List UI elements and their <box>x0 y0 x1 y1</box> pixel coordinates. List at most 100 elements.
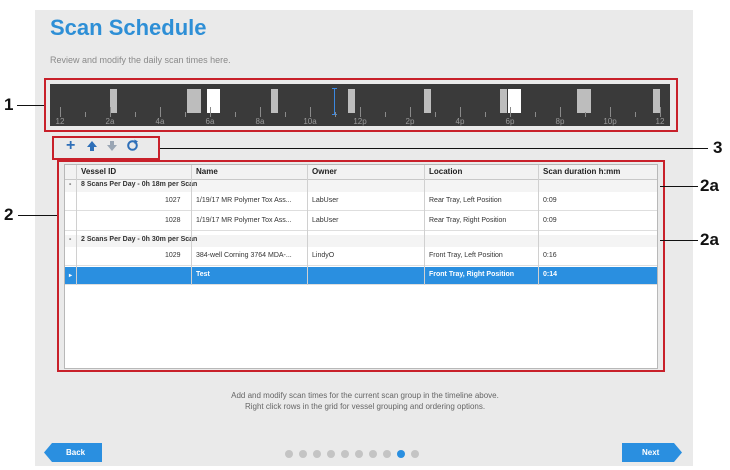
timeline-tick <box>235 112 236 117</box>
next-button[interactable]: Next <box>622 443 682 462</box>
plus-icon[interactable]: + <box>66 137 75 155</box>
page-dot[interactable] <box>313 450 321 458</box>
collapse-icon[interactable]: - <box>69 236 71 243</box>
back-button[interactable]: Back <box>44 443 102 462</box>
timeline-tick <box>385 112 386 117</box>
arrow-down-icon[interactable] <box>106 139 118 155</box>
page-dot[interactable] <box>299 450 307 458</box>
table-row-selected[interactable]: ▸ Test Front Tray, Right Position 0:14 <box>65 267 657 285</box>
help-line-1: Add and modify scan times for the curren… <box>231 391 499 400</box>
timeline-tick <box>535 112 536 117</box>
scan-block[interactable] <box>500 89 507 113</box>
callout-1: 1 <box>4 95 14 114</box>
timeline-tick <box>85 112 86 117</box>
timeline-tick <box>560 107 561 117</box>
page-title: Scan Schedule <box>50 15 207 40</box>
page-dot[interactable] <box>369 450 377 458</box>
table-row[interactable]: 1027 1/19/17 MR Polymer Tox Ass... LabUs… <box>65 193 657 211</box>
timeline-tick <box>210 107 211 117</box>
page-subtitle: Review and modify the daily scan times h… <box>50 55 231 65</box>
cell-location: Front Tray, Right Position <box>429 271 515 278</box>
timeline-label: 2a <box>105 117 115 126</box>
table-row[interactable]: 1028 1/19/17 MR Polymer Tox Ass... LabUs… <box>65 213 657 231</box>
page-dot[interactable] <box>327 450 335 458</box>
cell-duration: 0:09 <box>543 197 557 204</box>
arrow-up-icon[interactable] <box>86 139 98 155</box>
timeline-label: 12 <box>55 117 65 126</box>
current-time-marker[interactable] <box>334 88 335 114</box>
group-row[interactable]: - 2 Scans Per Day - 0h 30m per Scan <box>65 235 657 247</box>
refresh-icon[interactable] <box>126 139 139 155</box>
scan-block[interactable] <box>348 89 355 113</box>
callout-2: 2 <box>4 205 14 224</box>
page-dot[interactable] <box>383 450 391 458</box>
column-header-scan-duration[interactable]: Scan duration h:mm <box>543 167 620 176</box>
scan-block[interactable] <box>424 89 431 113</box>
back-button-label: Back <box>66 448 86 457</box>
column-divider <box>538 165 539 285</box>
cell-vessel-id: 1027 <box>165 197 181 204</box>
timeline-label: 4a <box>155 117 165 126</box>
callout-2-line <box>18 215 57 216</box>
scan-timeline[interactable]: 12 2a 4a 6a 8a 10a 12p 2p 4p 6p 8p 10p 12 <box>50 84 670 126</box>
timeline-tick <box>435 112 436 117</box>
timeline-tick <box>510 107 511 117</box>
timeline-tick <box>260 107 261 117</box>
callout-3: 3 <box>713 138 723 157</box>
collapse-icon[interactable]: - <box>69 181 71 188</box>
group-label: 2 Scans Per Day - 0h 30m per Scan <box>81 236 198 243</box>
page-dot[interactable] <box>397 450 405 458</box>
scan-block[interactable] <box>187 89 194 113</box>
timeline-tick <box>585 112 586 117</box>
page-dot[interactable] <box>355 450 363 458</box>
timeline-label: 12 <box>655 117 665 126</box>
grid-toolbar: + <box>56 137 156 158</box>
timeline-label: 6a <box>205 117 215 126</box>
scan-block-selected[interactable] <box>207 89 220 113</box>
column-divider <box>76 165 77 285</box>
group-label: 8 Scans Per Day - 0h 18m per Scan <box>81 181 198 188</box>
cell-owner: LabUser <box>312 197 339 204</box>
callout-2a-top-line <box>660 186 698 187</box>
column-header-name[interactable]: Name <box>196 167 218 176</box>
timeline-tick <box>485 112 486 117</box>
column-header-owner[interactable]: Owner <box>312 167 337 176</box>
scan-block[interactable] <box>194 89 201 113</box>
timeline-label: 8a <box>255 117 265 126</box>
table-row[interactable]: 1029 384-well Corning 3764 MDA-... Lindy… <box>65 248 657 266</box>
cell-location: Rear Tray, Right Position <box>429 217 507 224</box>
cell-location: Front Tray, Left Position <box>429 252 503 259</box>
cell-name: 1/19/17 MR Polymer Tox Ass... <box>196 217 292 224</box>
scan-block[interactable] <box>271 89 278 113</box>
timeline-label: 6p <box>505 117 515 126</box>
timeline-label: 12p <box>353 117 367 126</box>
scan-block[interactable] <box>110 89 117 113</box>
cell-duration: 0:14 <box>543 271 558 278</box>
cell-name: Test <box>196 271 210 278</box>
cell-name: 1/19/17 MR Polymer Tox Ass... <box>196 197 292 204</box>
cell-owner: LindyO <box>312 252 335 259</box>
scan-block[interactable] <box>653 89 660 113</box>
timeline-tick <box>360 107 361 117</box>
timeline-tick <box>110 107 111 117</box>
column-header-vessel-id[interactable]: Vessel ID <box>81 167 116 176</box>
timeline-tick <box>185 112 186 117</box>
vessel-grid: Vessel ID Name Owner Location Scan durat… <box>64 164 658 369</box>
row-indicator-icon: ▸ <box>69 273 73 279</box>
current-time-marker-cap-top <box>332 88 337 89</box>
callout-2a-top: 2a <box>700 176 719 195</box>
timeline-tick <box>60 107 61 117</box>
page-dot[interactable] <box>341 450 349 458</box>
help-text: Add and modify scan times for the curren… <box>150 390 580 412</box>
cell-owner: LabUser <box>312 217 339 224</box>
page-dot[interactable] <box>285 450 293 458</box>
scan-block[interactable] <box>577 89 584 113</box>
scan-block[interactable] <box>584 89 591 113</box>
group-row[interactable]: - 8 Scans Per Day - 0h 18m per Scan <box>65 180 657 192</box>
timeline-tick <box>285 112 286 117</box>
page-dot[interactable] <box>411 450 419 458</box>
column-header-location[interactable]: Location <box>429 167 462 176</box>
timeline-tick <box>160 107 161 117</box>
timeline-label: 10a <box>303 117 317 126</box>
cell-name: 384-well Corning 3764 MDA-... <box>196 252 292 259</box>
